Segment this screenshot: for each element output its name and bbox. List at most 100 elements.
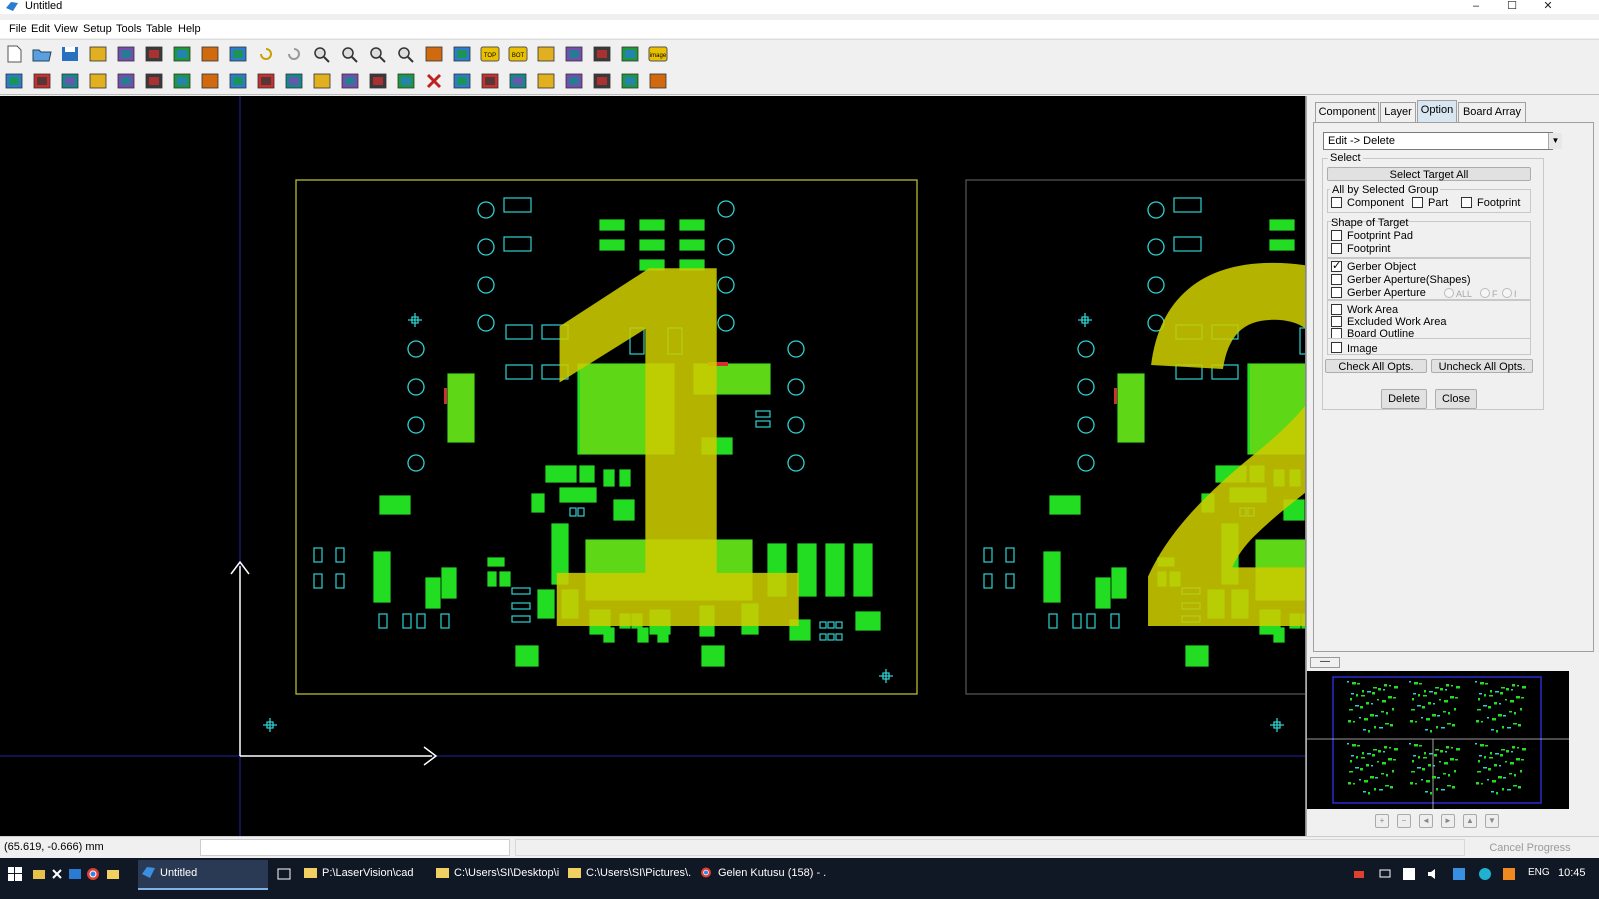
undo-icon[interactable]: [255, 44, 277, 64]
transform-icon[interactable]: [479, 71, 501, 91]
redo-icon[interactable]: [283, 44, 305, 64]
group-icon[interactable]: [535, 71, 557, 91]
taskbar-item-untitled[interactable]: Untitled: [138, 860, 268, 890]
minimap[interactable]: [1307, 671, 1569, 809]
tray-app-icon[interactable]: [1352, 867, 1366, 881]
tab-layer[interactable]: Layer: [1380, 102, 1416, 122]
menu-file[interactable]: File: [9, 22, 27, 36]
fit-icon[interactable]: [227, 44, 249, 64]
process-icon[interactable]: [591, 44, 613, 64]
tray-orange-icon[interactable]: [1502, 867, 1516, 881]
panelize-icon[interactable]: [535, 44, 557, 64]
tray-blue-icon[interactable]: [1452, 867, 1466, 881]
bridge-icon[interactable]: [507, 71, 529, 91]
menu-setup[interactable]: Setup: [83, 22, 112, 36]
close-button[interactable]: ✕: [1530, 0, 1566, 14]
pcb-canvas-area[interactable]: 1 2: [0, 96, 1306, 836]
windows-start-icon[interactable]: [8, 867, 22, 881]
cancel-progress-button[interactable]: Cancel Progress: [1470, 840, 1590, 857]
resize-icon[interactable]: [451, 71, 473, 91]
top-view-icon[interactable]: TOP: [479, 44, 501, 64]
menu-help[interactable]: Help: [178, 22, 201, 36]
app-shortcut-icon[interactable]: [68, 867, 82, 881]
gear-icon[interactable]: [255, 71, 277, 91]
taskbar-item-cad-folder[interactable]: P:\LaserVision\cad: [300, 860, 428, 890]
transfer-icon[interactable]: [171, 44, 193, 64]
measure-icon[interactable]: [451, 44, 473, 64]
zoom-in-icon[interactable]: [311, 44, 333, 64]
select-target-all-button[interactable]: Select Target All: [1327, 167, 1531, 181]
flash-icon[interactable]: [367, 71, 389, 91]
menu-tools[interactable]: Tools: [116, 22, 142, 36]
bottom-view-icon[interactable]: BOT: [507, 44, 529, 64]
cut-icon[interactable]: [31, 71, 53, 91]
zoom-out-nav-button[interactable]: −: [1397, 814, 1411, 828]
mode-dropdown[interactable]: Edit -> Delete ▼: [1323, 132, 1562, 150]
zoom-out-icon[interactable]: [339, 44, 361, 64]
uncheck-all-opts-button[interactable]: Uncheck All Opts.: [1431, 359, 1533, 373]
delete-x-icon[interactable]: [423, 71, 445, 91]
language-indicator[interactable]: ENG: [1528, 867, 1550, 878]
align-icon[interactable]: [283, 71, 305, 91]
image-icon[interactable]: image: [647, 44, 669, 64]
grid-icon[interactable]: [199, 44, 221, 64]
target-icon[interactable]: [339, 71, 361, 91]
pan-down-button[interactable]: ▼: [1485, 814, 1499, 828]
rotate-icon[interactable]: [199, 71, 221, 91]
pan-right-button[interactable]: ►: [1441, 814, 1455, 828]
component-icon[interactable]: [115, 71, 137, 91]
footprint-group-checkbox[interactable]: [1461, 197, 1472, 208]
table-icon[interactable]: [647, 71, 669, 91]
pcb-canvas[interactable]: 1 2: [0, 96, 1306, 836]
image-checkbox[interactable]: [1331, 342, 1342, 353]
component-checkbox[interactable]: [1331, 197, 1342, 208]
check-all-opts-button[interactable]: Check All Opts.: [1325, 359, 1427, 373]
collapse-button[interactable]: —: [1310, 657, 1340, 668]
pattern-icon[interactable]: [171, 71, 193, 91]
select-icon[interactable]: [59, 71, 81, 91]
maximize-button[interactable]: ☐: [1494, 0, 1530, 14]
stencil-icon[interactable]: [619, 44, 641, 64]
zoom-in-nav-button[interactable]: +: [1375, 814, 1389, 828]
taskbar-item-chrome-inbox[interactable]: Gelen Kutusu (158) - ...: [696, 860, 826, 890]
array-icon[interactable]: [143, 71, 165, 91]
menu-edit[interactable]: Edit: [31, 22, 50, 36]
close-panel-button[interactable]: Close: [1435, 389, 1477, 409]
pan-left-button[interactable]: ◄: [1419, 814, 1433, 828]
copy-icon[interactable]: [591, 71, 613, 91]
delete-button[interactable]: Delete: [1381, 389, 1427, 409]
taskbar-item-pictures-folder[interactable]: C:\Users\SI\Pictures\...: [564, 860, 692, 890]
gerber-aperture-shapes-checkbox[interactable]: [1331, 274, 1342, 285]
part-checkbox[interactable]: [1412, 197, 1423, 208]
mirror-icon[interactable]: [311, 71, 333, 91]
tab-component[interactable]: Component: [1315, 102, 1379, 122]
chevron-down-icon[interactable]: ▼: [1548, 133, 1562, 149]
fiducial-icon[interactable]: [563, 44, 585, 64]
clock[interactable]: 10:45: [1558, 867, 1586, 879]
gerber-aperture-checkbox[interactable]: [1331, 287, 1342, 298]
layout-icon[interactable]: [423, 44, 445, 64]
minimize-button[interactable]: –: [1458, 0, 1494, 14]
tab-option[interactable]: Option: [1417, 100, 1457, 122]
task-view-icon[interactable]: [277, 867, 291, 881]
taskbar-item-desktop-folder[interactable]: C:\Users\SI\Desktop\i...: [432, 860, 560, 890]
tab-board-array[interactable]: Board Array: [1458, 102, 1526, 122]
work-area-checkbox[interactable]: [1331, 304, 1342, 315]
merge-icon[interactable]: [87, 71, 109, 91]
open-folder-icon[interactable]: [31, 44, 53, 64]
tray-m-icon[interactable]: [1402, 867, 1416, 881]
import-icon[interactable]: [87, 44, 109, 64]
edit-pad-icon[interactable]: [3, 71, 25, 91]
tray-cyan-icon[interactable]: [1478, 867, 1492, 881]
convert-icon[interactable]: [143, 44, 165, 64]
menu-table[interactable]: Table: [146, 22, 172, 36]
excel-icon[interactable]: [50, 867, 64, 881]
aperture-f-radio[interactable]: [1480, 288, 1490, 298]
paste-icon[interactable]: [619, 71, 641, 91]
aperture-all-radio[interactable]: [1444, 288, 1454, 298]
folder-icon[interactable]: [106, 867, 120, 881]
file-explorer-icon[interactable]: [32, 867, 46, 881]
volume-icon[interactable]: [1426, 867, 1440, 881]
network-icon[interactable]: [1378, 867, 1392, 881]
new-file-icon[interactable]: [3, 44, 25, 64]
